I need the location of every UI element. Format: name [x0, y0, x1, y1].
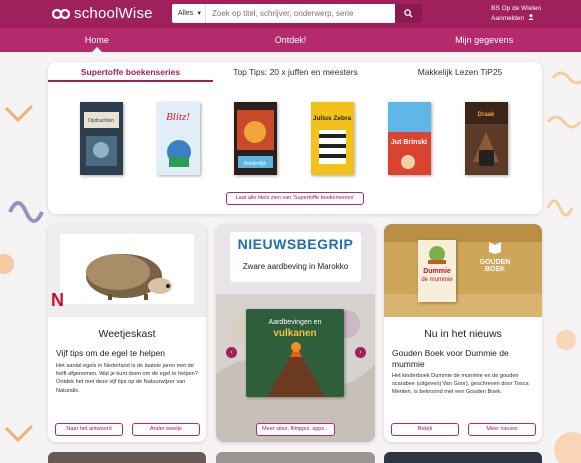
card-heading: Gouden Boek voor Dummie de mummie — [392, 348, 509, 369]
carousel-prev-button[interactable]: ‹ — [226, 347, 237, 358]
search-filter-value: Alles — [178, 10, 194, 17]
search-input[interactable] — [206, 4, 422, 23]
featured-book-cover[interactable]: Aardbevingen en vulkanen — [246, 309, 344, 397]
card-title: Weetjeskast — [98, 328, 156, 340]
book-title: Kinderdijk — [244, 161, 266, 167]
tab-top-tips[interactable]: Top Tips: 20 x juffen en meesters — [213, 62, 378, 82]
award-line2: BOEK — [484, 266, 506, 273]
book-carousel: Opdrachten Blitz! Kinderdijk Julius Zebr… — [48, 102, 542, 177]
book-cover[interactable]: Opdrachten — [80, 102, 123, 175]
school-name: BS Op de Wielen — [491, 5, 541, 12]
login-link[interactable]: Aanmelden — [491, 14, 541, 24]
next-row-card — [48, 452, 206, 463]
nav-item-mijn-gegevens[interactable]: Mijn gegevens — [387, 28, 581, 52]
card-text: Het kinderboek Dummie de mummie en de go… — [392, 373, 529, 396]
award-line1: GOUDEN — [479, 259, 511, 266]
book-cover[interactable]: Jut Brinski — [388, 102, 431, 175]
book-title-line1: Aardbevingen en — [268, 319, 322, 326]
book-cover[interactable]: Julius Zebra — [311, 102, 354, 175]
book-cover[interactable]: Kinderdijk — [234, 102, 277, 175]
volcano-image — [267, 342, 325, 397]
other-fact-button[interactable]: Ander weetje — [132, 423, 200, 436]
nieuwsbegrip-headline: Zware aardbeving in Marokko — [242, 262, 349, 271]
dummie-book-cover[interactable]: Dummie de mummie — [418, 240, 456, 302]
naturalis-badge: N — [51, 290, 64, 310]
carousel-next-button[interactable]: › — [355, 347, 366, 358]
book-illustration — [428, 246, 446, 264]
book-cover-image: Julius Zebra — [311, 102, 354, 175]
book-title: Julius Zebra — [313, 115, 352, 122]
weetjeskast-card: N Weetjeskast Vijf tips om de egel te he… — [48, 224, 206, 442]
featured-tabs: Supertoffe boekenseries Top Tips: 20 x j… — [48, 62, 542, 82]
featured-books-card: Supertoffe boekenseries Top Tips: 20 x j… — [48, 62, 542, 214]
login-label: Aanmelden — [491, 15, 525, 22]
user-icon — [528, 14, 534, 20]
user-block: BS Op de Wielen Aanmelden — [491, 4, 541, 24]
logo-text: schoolWise — [74, 5, 153, 22]
top-bar: schoolWise Alles ▼ BS Op de Wielen Aanme… — [0, 0, 581, 28]
card-text: Het aantal egels in Nederland is de laat… — [56, 363, 198, 394]
book-cover-image: Kinderdijk — [234, 102, 277, 175]
search-filter-select[interactable]: Alles ▼ — [172, 4, 206, 23]
nieuwsbegrip-brand: NIEUWSBEGRIP — [237, 236, 354, 252]
card-heading: Vijf tips om de egel te helpen — [56, 348, 165, 358]
show-all-titles-button[interactable]: Laat alle titels zien van 'Supertoffe bo… — [226, 192, 364, 205]
book-cover[interactable]: Blitz! — [157, 102, 200, 175]
book-title-line2: de mummie — [421, 277, 453, 283]
chevron-down-icon: ▼ — [196, 10, 203, 17]
search-bar: Alles ▼ — [172, 4, 422, 23]
book-title: Jut Brinski — [391, 139, 427, 146]
book-cover-image: Blitz! — [157, 102, 200, 175]
logo-icon — [52, 8, 70, 19]
search-icon — [404, 9, 413, 18]
book-title-line1: Dummie — [423, 268, 451, 275]
gouden-boek-award: GOUDEN BOEK — [476, 240, 514, 290]
more-sites-button[interactable]: Meer sites, filmpjes, apps... — [256, 423, 335, 436]
next-row-card — [384, 452, 542, 463]
more-news-button[interactable]: Meer nieuws — [468, 423, 536, 436]
tab-makkelijk-lezen[interactable]: Makkelijk Lezen TiP25 — [378, 62, 542, 82]
gouden-boek-background — [384, 224, 542, 317]
nieuwsbegrip-card: NIEUWSBEGRIP Zware aardbeving in Marokko… — [216, 224, 375, 442]
nieuwsbegrip-banner: NIEUWSBEGRIP Zware aardbeving in Marokko — [230, 232, 361, 282]
book-title: Blitz! — [166, 111, 190, 123]
book-title: Draak — [478, 112, 495, 118]
view-button[interactable]: Bekijk — [391, 423, 459, 436]
answer-button[interactable]: Naar het antwoord — [55, 423, 123, 436]
search-button[interactable] — [395, 4, 422, 23]
book-title: Opdrachten — [88, 118, 114, 124]
logo[interactable]: schoolWise — [52, 5, 153, 22]
main-nav: Home Ontdek! Mijn gegevens — [0, 28, 581, 52]
book-cover-image: Draak — [465, 102, 508, 175]
hedgehog-image — [48, 224, 206, 317]
book-cover[interactable]: Draak — [465, 102, 508, 175]
tab-supertoffe-boekenseries[interactable]: Supertoffe boekenseries — [48, 62, 213, 82]
next-row-card — [216, 452, 375, 463]
nieuws-card: Dummie de mummie GOUDEN BOEK Nu in het n… — [384, 224, 542, 442]
nav-item-home[interactable]: Home — [0, 28, 194, 52]
card-title: Nu in het nieuws — [424, 328, 502, 340]
book-cover-image: Opdrachten — [80, 102, 123, 175]
book-title-line2: vulkanen — [273, 328, 317, 339]
award-icon — [489, 242, 501, 254]
nav-item-ontdek[interactable]: Ontdek! — [194, 28, 388, 52]
book-cover-image: Jut Brinski — [388, 102, 431, 175]
